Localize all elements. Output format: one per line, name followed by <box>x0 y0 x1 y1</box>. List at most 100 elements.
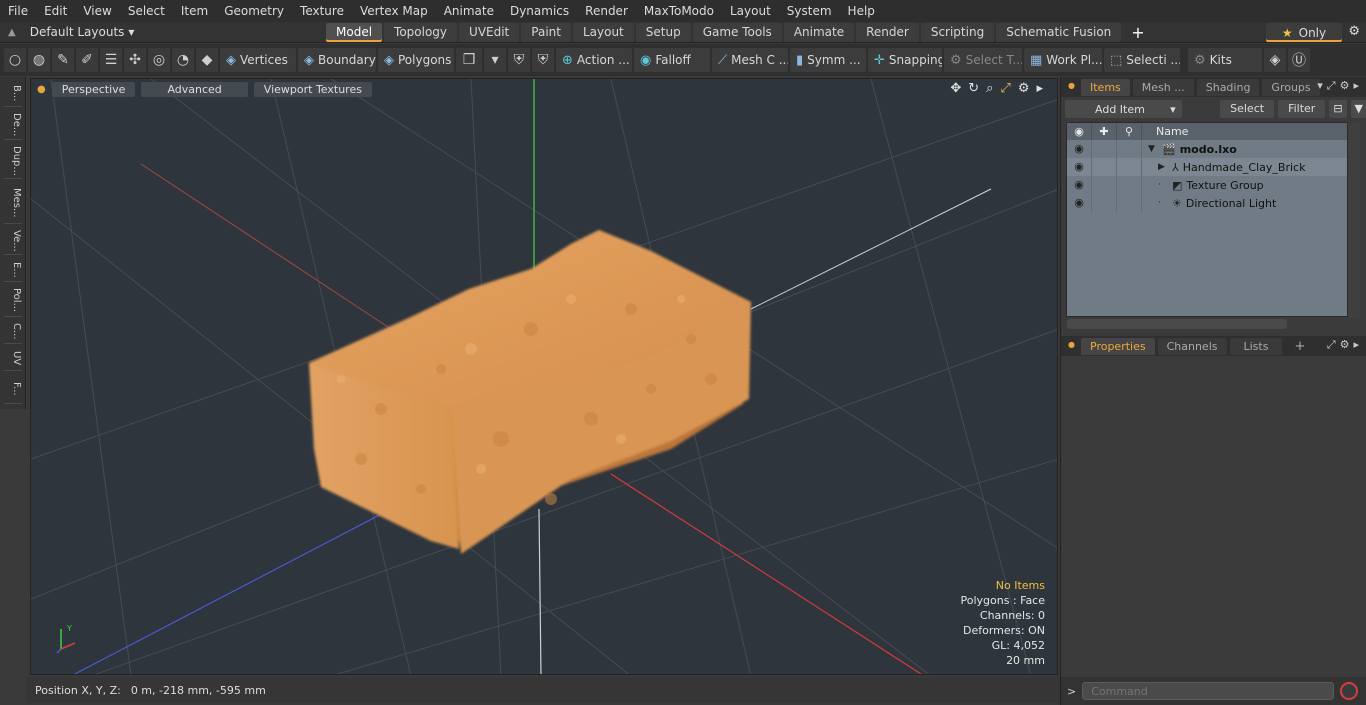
symmetry-shield-icon[interactable]: ⛨ <box>508 48 530 72</box>
tab-edge[interactable]: E... <box>4 258 22 282</box>
tree-horizontal-scrollbar[interactable] <box>1067 319 1287 329</box>
record-macro-icon[interactable] <box>1340 682 1359 700</box>
tab-schematic-fusion[interactable]: Schematic Fusion <box>996 22 1122 42</box>
menu-geometry[interactable]: Geometry <box>216 0 292 22</box>
tab-duplicate[interactable]: Dup... <box>4 143 22 179</box>
panel-menu-dot-icon[interactable]: ● <box>1068 340 1075 349</box>
vertices-button[interactable]: ◈ Vertices <box>220 48 296 72</box>
tab-paint[interactable]: Paint <box>521 22 571 42</box>
tab-animate[interactable]: Animate <box>783 22 855 42</box>
tree-row-texture-group[interactable]: ◉ · ◩ Texture Group <box>1067 176 1347 194</box>
command-arrow-icon[interactable]: > <box>1067 685 1076 698</box>
menu-texture[interactable]: Texture <box>292 0 352 22</box>
unity-icon[interactable]: ◈ <box>1264 48 1286 72</box>
viewport-textures-button[interactable]: Viewport Textures <box>253 81 372 97</box>
lock-column-icon[interactable]: ✚ <box>1092 123 1117 140</box>
only-toggle-button[interactable]: ★ Only <box>1266 23 1342 42</box>
globe-icon[interactable]: ◍ <box>28 48 50 72</box>
tab-shading[interactable]: Shading <box>1196 78 1260 96</box>
menu-view[interactable]: View <box>75 0 119 22</box>
name-column-header[interactable]: Name <box>1142 125 1188 138</box>
center-icon[interactable]: ◎ <box>148 48 170 72</box>
snap-shield-icon[interactable]: ⛨ <box>532 48 554 72</box>
tab-uv[interactable]: UV <box>4 347 22 371</box>
maximize-icon[interactable]: ⤢ <box>1000 81 1010 96</box>
menu-maxtomodo[interactable]: MaxToModo <box>636 0 722 22</box>
tab-game-tools[interactable]: Game Tools <box>692 22 782 42</box>
command-input[interactable] <box>1082 682 1335 700</box>
tab-properties[interactable]: Properties <box>1081 337 1155 355</box>
action-center-button[interactable]: ⊕ Action ... <box>556 48 632 72</box>
rotate-icon[interactable]: ◔ <box>172 48 194 72</box>
select-button[interactable]: Select <box>1220 100 1275 118</box>
default-layouts-dropdown[interactable]: ▲ Default Layouts ▾ <box>0 22 326 43</box>
add-tab-button[interactable]: + <box>1123 23 1152 42</box>
panel-corner-icons[interactable]: ▾⤢⚙▸ <box>1317 79 1363 93</box>
collapse-icon[interactable]: ⊟ <box>1329 100 1347 118</box>
tab-items[interactable]: Items <box>1081 78 1130 96</box>
add-panel-tab-button[interactable]: + <box>1285 338 1314 355</box>
funnel-icon[interactable]: ▼ <box>1350 100 1366 118</box>
zoom-icon[interactable]: ⌕ <box>986 81 993 96</box>
tab-mesh-edit[interactable]: Mes... <box>4 182 22 224</box>
panel-corner-icons[interactable]: ⤢⚙▸ <box>1327 338 1363 352</box>
tab-vertex[interactable]: Ve... <box>4 227 22 255</box>
tab-fusion[interactable]: F... <box>4 374 22 404</box>
menu-select[interactable]: Select <box>120 0 173 22</box>
menu-file[interactable]: File <box>0 0 36 22</box>
advanced-button[interactable]: Advanced <box>141 81 248 97</box>
unreal-icon[interactable]: Ⓤ <box>1288 48 1310 72</box>
tab-scripting[interactable]: Scripting <box>920 22 995 42</box>
panel-menu-dot-icon[interactable]: ● <box>1068 81 1075 90</box>
tab-basic[interactable]: B... <box>4 81 22 107</box>
brush-icon[interactable]: ✐ <box>76 48 98 72</box>
play-arrow-icon[interactable]: ▸ <box>1036 81 1043 96</box>
menu-render[interactable]: Render <box>577 0 636 22</box>
visibility-column-eye-icon[interactable]: ◉ <box>1067 123 1092 140</box>
collapse-arrow-icon[interactable]: ▲ <box>8 27 16 38</box>
chevron-down-icon[interactable]: ▾ <box>484 48 506 72</box>
menu-edit[interactable]: Edit <box>36 0 75 22</box>
clay-brick-mesh[interactable] <box>309 230 751 554</box>
select-circle-icon[interactable]: ○ <box>4 48 26 72</box>
polygons-button[interactable]: ◈ Polygons <box>378 48 454 72</box>
transform-icon[interactable]: ✣ <box>124 48 146 72</box>
select-through-button[interactable]: ⚙ Select T... <box>944 48 1022 72</box>
mesh-constraint-button[interactable]: ⟋ Mesh C ... <box>712 48 788 72</box>
tab-polygon[interactable]: Pol... <box>4 285 22 317</box>
eye-icon[interactable]: ◉ <box>1067 140 1092 158</box>
gear-icon[interactable]: ⚙ <box>1348 24 1360 39</box>
selection-sets-button[interactable]: ⬚ Selecti ... <box>1104 48 1180 72</box>
menu-vertex-map[interactable]: Vertex Map <box>352 0 436 22</box>
tab-deform[interactable]: De... <box>4 110 22 140</box>
eye-icon[interactable]: ◉ <box>1067 194 1092 212</box>
eye-icon[interactable]: ◉ <box>1067 158 1092 176</box>
menu-layout[interactable]: Layout <box>722 0 779 22</box>
tab-render[interactable]: Render <box>856 22 919 42</box>
tree-row-light[interactable]: ◉ · ☀ Directional Light <box>1067 194 1347 212</box>
menu-animate[interactable]: Animate <box>436 0 502 22</box>
tab-lists[interactable]: Lists <box>1229 337 1283 355</box>
menu-system[interactable]: System <box>779 0 840 22</box>
boundary-button[interactable]: ◈ Boundary <box>298 48 376 72</box>
symmetry-button[interactable]: ▮ Symm ... <box>790 48 866 72</box>
tab-setup[interactable]: Setup <box>635 22 691 42</box>
item-mode-icon[interactable]: ◆ <box>196 48 218 72</box>
tab-layout[interactable]: Layout <box>572 22 634 42</box>
viewport-menu-dot-icon[interactable]: ● <box>37 84 46 95</box>
tree-row-mesh[interactable]: ◉ ▶ ⅄ Handmade_Clay_Brick <box>1067 158 1347 176</box>
tree-vertical-scrollbar[interactable] <box>1348 123 1360 318</box>
kits-button[interactable]: ⚙ Kits <box>1188 48 1262 72</box>
filter-button[interactable]: Filter <box>1278 100 1326 118</box>
pen-tool-icon[interactable]: ✎ <box>52 48 74 72</box>
viewport-gear-icon[interactable]: ⚙ <box>1018 81 1030 96</box>
add-item-dropdown[interactable]: Add Item ▾ <box>1065 100 1182 118</box>
pan-icon[interactable]: ✥ <box>950 81 961 96</box>
tab-topology[interactable]: Topology <box>384 22 458 42</box>
eye-icon[interactable]: ◉ <box>1067 176 1092 194</box>
3d-viewport[interactable]: ● Perspective Advanced Viewport Textures… <box>30 78 1058 675</box>
perspective-button[interactable]: Perspective <box>51 81 136 97</box>
orbit-icon[interactable]: ↻ <box>968 81 979 96</box>
tab-model[interactable]: Model <box>326 22 383 42</box>
tab-channels[interactable]: Channels <box>1157 337 1227 355</box>
